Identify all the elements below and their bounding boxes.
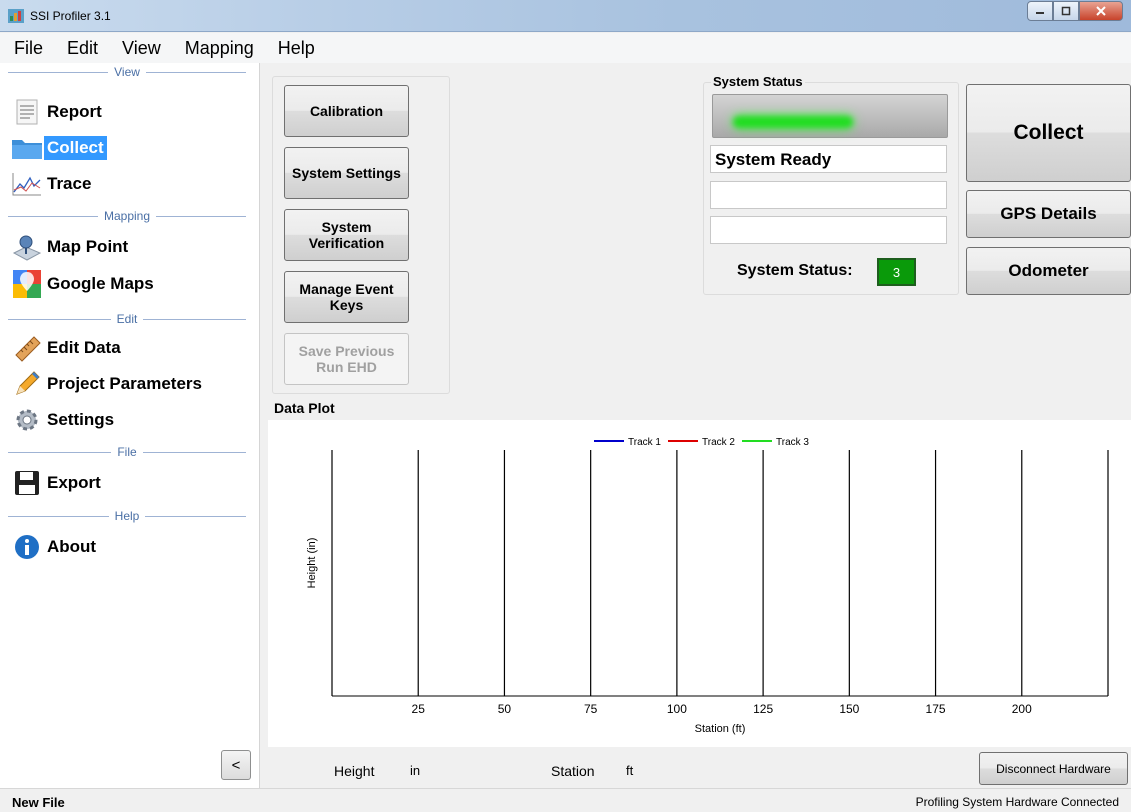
pencil-icon	[10, 369, 44, 399]
odometer-button[interactable]: Odometer	[966, 247, 1131, 295]
menu-file[interactable]: File	[6, 38, 51, 59]
x-tick-label: 125	[753, 702, 773, 716]
section-header-help: Help	[8, 509, 246, 523]
sidebar-item-about[interactable]: About	[10, 532, 99, 562]
info-icon	[10, 532, 44, 562]
window-controls	[1027, 1, 1123, 21]
title-bar: SSI Profiler 3.1	[0, 0, 1131, 32]
action-button-group: Calibration System Settings System Verif…	[272, 76, 450, 394]
maximize-icon	[1061, 6, 1071, 16]
sidebar-item-collect[interactable]: Collect	[10, 133, 107, 163]
x-tick-label: 100	[667, 702, 687, 716]
menu-view[interactable]: View	[114, 38, 169, 59]
system-status-label: System Status:	[737, 262, 853, 279]
data-plot-title: Data Plot	[274, 400, 335, 416]
x-tick-label: 50	[498, 702, 512, 716]
y-axis-label: Height (in)	[306, 538, 318, 589]
trace-chart-icon	[10, 169, 44, 199]
x-tick-label: 175	[926, 702, 946, 716]
status-field-2	[710, 181, 947, 209]
system-verification-button[interactable]: System Verification	[284, 209, 409, 261]
window-title: SSI Profiler 3.1	[30, 9, 111, 23]
save-previous-run-button[interactable]: Save Previous Run EHD	[284, 333, 409, 385]
sidebar: View Report Collect Trace Mapping Map Po…	[0, 63, 260, 788]
map-point-icon	[10, 232, 44, 262]
height-readout-unit: in	[410, 763, 421, 778]
x-tick-labels: 25 50 75 100 125 150 175 200	[412, 702, 1033, 716]
status-ready-field: System Ready	[710, 145, 947, 173]
station-readout-label: Station	[551, 763, 595, 779]
menu-edit[interactable]: Edit	[59, 38, 106, 59]
collect-button[interactable]: Collect	[966, 84, 1131, 182]
gps-details-button[interactable]: GPS Details	[966, 190, 1131, 238]
x-tick-label: 25	[412, 702, 426, 716]
sidebar-item-settings[interactable]: Settings	[10, 405, 117, 435]
collapse-sidebar-button[interactable]: <	[221, 750, 251, 780]
system-settings-button[interactable]: System Settings	[284, 147, 409, 199]
menu-bar: File Edit View Mapping Help	[0, 33, 1131, 63]
menu-help[interactable]: Help	[270, 38, 323, 59]
google-maps-icon	[10, 269, 44, 299]
system-status-count: 3	[877, 258, 916, 286]
disconnect-hardware-button[interactable]: Disconnect Hardware	[979, 752, 1128, 785]
status-indicator-light	[733, 116, 853, 128]
section-header-file: File	[8, 445, 246, 459]
sidebar-item-project-parameters[interactable]: Project Parameters	[10, 369, 205, 399]
legend-label-track-1: Track 1	[628, 437, 661, 448]
station-readout-unit: ft	[626, 763, 634, 778]
sidebar-item-trace[interactable]: Trace	[10, 169, 94, 199]
status-field-3	[710, 216, 947, 244]
data-plot-chart: Track 1 Track 2 Track 3 25 50 75 100 125 150 175…	[306, 437, 1109, 735]
file-status: New File	[12, 795, 65, 810]
sidebar-item-export[interactable]: Export	[10, 468, 104, 498]
minimize-button[interactable]	[1027, 1, 1053, 21]
report-icon	[10, 97, 44, 127]
x-tick-label: 200	[1012, 702, 1032, 716]
minimize-icon	[1036, 12, 1044, 14]
height-readout-label: Height	[334, 763, 375, 779]
legend-label-track-2: Track 2	[702, 437, 735, 448]
ssi-app-icon	[8, 9, 24, 23]
data-plot: Track 1 Track 2 Track 3 25 50 75 100 125 150 175…	[268, 420, 1131, 747]
calibration-button[interactable]: Calibration	[284, 85, 409, 137]
manage-event-keys-button[interactable]: Manage Event Keys	[284, 271, 409, 323]
sidebar-item-edit-data[interactable]: Edit Data	[10, 333, 124, 363]
sidebar-item-map-point[interactable]: Map Point	[10, 232, 131, 262]
x-tick-label: 150	[839, 702, 859, 716]
ruler-icon	[10, 333, 44, 363]
folder-icon	[10, 133, 44, 163]
chart-gridlines	[331, 450, 1109, 696]
close-icon	[1096, 6, 1106, 16]
legend-label-track-3: Track 3	[776, 437, 809, 448]
system-status-title: System Status	[711, 74, 805, 89]
hardware-status: Profiling System Hardware Connected	[915, 795, 1119, 809]
chart-legend: Track 1 Track 2 Track 3	[594, 437, 809, 448]
close-button[interactable]	[1079, 1, 1123, 21]
section-header-mapping: Mapping	[8, 209, 246, 223]
sidebar-item-report[interactable]: Report	[10, 97, 105, 127]
status-bar: New File Profiling System Hardware Conne…	[0, 788, 1131, 812]
section-header-edit: Edit	[8, 312, 246, 326]
menu-mapping[interactable]: Mapping	[177, 38, 262, 59]
gear-icon	[10, 405, 44, 435]
status-indicator	[712, 94, 948, 138]
floppy-disk-icon	[10, 468, 44, 498]
x-tick-label: 75	[584, 702, 598, 716]
maximize-button[interactable]	[1053, 1, 1079, 21]
section-header-view: View	[8, 65, 247, 79]
sidebar-item-google-maps[interactable]: Google Maps	[10, 269, 157, 299]
x-axis-label: Station (ft)	[695, 723, 746, 735]
